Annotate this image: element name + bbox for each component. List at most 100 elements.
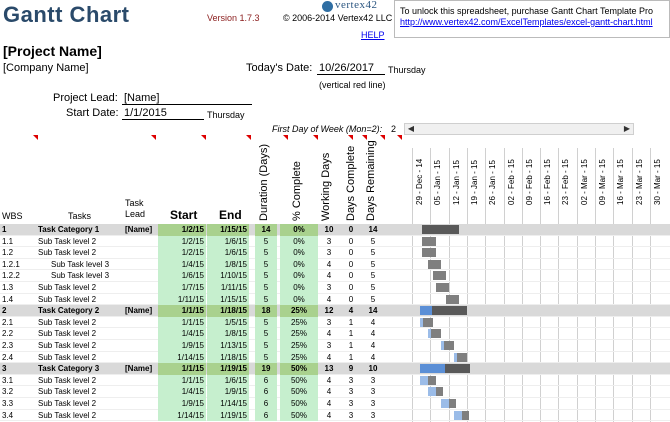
cell-wbs[interactable]: 3 [2,363,37,375]
cell-dur[interactable]: 5 [255,293,277,306]
cell-work[interactable]: 4 [318,328,340,340]
cell-start[interactable]: 1/2/15 [158,224,206,236]
project-lead-field[interactable]: [Name] [122,92,252,105]
cell-work[interactable]: 4 [318,294,340,306]
cell-work[interactable]: 13 [318,363,340,375]
cell-task[interactable]: Sub Task level 2 [38,410,124,422]
table-row[interactable]: 1.1 Sub Task level 2 1/2/15 1/6/15 5 0% 3 0 5 [0,235,670,248]
cell-rem[interactable]: 4 [362,317,384,329]
cell-pct[interactable]: 50% [280,398,318,410]
cell-rem[interactable]: 3 [362,410,384,422]
table-row[interactable]: 2.2 Sub Task level 2 1/4/15 1/8/15 5 25% 4 1 4 [0,328,670,340]
cell-lead[interactable] [125,352,157,364]
cell-end[interactable]: 1/15/15 [207,224,249,236]
table-row[interactable]: 3.4 Sub Task level 2 1/14/15 1/19/15 6 50% 4 3 3 [0,409,670,422]
cell-task[interactable]: Sub Task level 2 [38,317,124,329]
cell-lead[interactable] [125,282,157,294]
cell-dur[interactable]: 5 [255,270,277,282]
cell-wbs[interactable]: 1.2.2 [2,270,37,282]
cell-lead[interactable]: [Name] [125,305,157,317]
cell-end[interactable]: 1/15/15 [207,293,249,306]
cell-done[interactable]: 0 [341,247,361,259]
cell-done[interactable]: 1 [341,328,361,340]
cell-pct[interactable]: 25% [280,340,318,352]
cell-work[interactable]: 3 [318,317,340,329]
cell-dur[interactable]: 5 [255,258,277,271]
cell-work[interactable]: 4 [318,398,340,410]
cell-start[interactable]: 1/1/15 [158,374,206,387]
cell-work[interactable]: 10 [318,224,340,236]
cell-pct[interactable]: 0% [280,247,318,259]
cell-end[interactable]: 1/19/15 [207,363,249,375]
cell-work[interactable]: 3 [318,282,340,294]
cell-dur[interactable]: 5 [255,282,277,294]
cell-pct[interactable]: 25% [280,351,318,364]
cell-lead[interactable] [125,340,157,352]
cell-pct[interactable]: 25% [280,316,318,329]
cell-lead[interactable] [125,386,157,398]
cell-wbs[interactable]: 2.4 [2,352,37,364]
cell-done[interactable]: 3 [341,386,361,398]
cell-wbs[interactable]: 3.2 [2,386,37,398]
company-name[interactable]: [Company Name] [3,62,89,74]
cell-rem[interactable]: 10 [362,363,384,375]
cell-end[interactable]: 1/10/15 [207,270,249,282]
cell-dur[interactable]: 5 [255,328,277,340]
cell-rem[interactable]: 3 [362,375,384,387]
cell-lead[interactable] [125,294,157,306]
cell-pct[interactable]: 50% [280,363,318,375]
cell-lead[interactable] [125,398,157,410]
cell-end[interactable]: 1/6/15 [207,247,249,259]
cell-rem[interactable]: 4 [362,328,384,340]
cell-wbs[interactable]: 1.2.1 [2,259,37,271]
cell-work[interactable]: 4 [318,270,340,282]
cell-task[interactable]: Sub Task level 3 [51,270,124,282]
cell-wbs[interactable]: 2.1 [2,317,37,329]
table-row[interactable]: 1.2 Sub Task level 2 1/2/15 1/6/15 5 0% 3 0 5 [0,247,670,259]
timeline-scrollbar[interactable]: ◀ ▶ [404,123,634,135]
cell-dur[interactable]: 5 [255,235,277,248]
cell-end[interactable]: 1/6/15 [207,374,249,387]
cell-work[interactable]: 4 [318,352,340,364]
cell-done[interactable]: 0 [341,236,361,248]
cell-done[interactable]: 0 [341,294,361,306]
cell-dur[interactable]: 5 [255,316,277,329]
project-name[interactable]: [Project Name] [3,43,102,59]
cell-task[interactable]: Sub Task level 2 [38,236,124,248]
cell-done[interactable]: 1 [341,317,361,329]
cell-task[interactable]: Task Category 1 [38,224,124,236]
cell-lead[interactable] [125,247,157,259]
table-row[interactable]: 3.1 Sub Task level 2 1/1/15 1/6/15 6 50% 4 3 3 [0,374,670,387]
cell-wbs[interactable]: 3.3 [2,398,37,410]
cell-work[interactable]: 4 [318,375,340,387]
cell-done[interactable]: 0 [341,224,361,236]
cell-lead[interactable]: [Name] [125,224,157,236]
cell-rem[interactable]: 4 [362,340,384,352]
cell-lead[interactable] [125,328,157,340]
cell-task[interactable]: Task Category 2 [38,305,124,317]
cell-pct[interactable]: 0% [280,282,318,294]
cell-task[interactable]: Sub Task level 2 [38,328,124,340]
cell-task[interactable]: Sub Task level 2 [38,247,124,259]
cell-rem[interactable]: 5 [362,247,384,259]
cell-dur[interactable]: 18 [255,305,277,317]
cell-task[interactable]: Sub Task level 2 [38,294,124,306]
cell-pct[interactable]: 25% [280,305,318,317]
table-row[interactable]: 1.4 Sub Task level 2 1/11/15 1/15/15 5 0% 4 0 5 [0,293,670,306]
cell-wbs[interactable]: 3.1 [2,375,37,387]
cell-end[interactable]: 1/8/15 [207,258,249,271]
cell-task[interactable]: Task Category 3 [38,363,124,375]
cell-end[interactable]: 1/11/15 [207,282,249,294]
scroll-right-icon[interactable]: ▶ [621,124,633,134]
cell-wbs[interactable]: 1.2 [2,247,37,259]
cell-task[interactable]: Sub Task level 3 [51,259,124,271]
cell-rem[interactable]: 4 [362,352,384,364]
cell-pct[interactable]: 50% [280,386,318,398]
cell-lead[interactable]: [Name] [125,363,157,375]
cell-done[interactable]: 0 [341,282,361,294]
cell-task[interactable]: Sub Task level 2 [38,386,124,398]
cell-start[interactable]: 1/4/15 [158,258,206,271]
scroll-left-icon[interactable]: ◀ [405,124,417,134]
cell-start[interactable]: 1/7/15 [158,282,206,294]
cell-task[interactable]: Sub Task level 2 [38,352,124,364]
